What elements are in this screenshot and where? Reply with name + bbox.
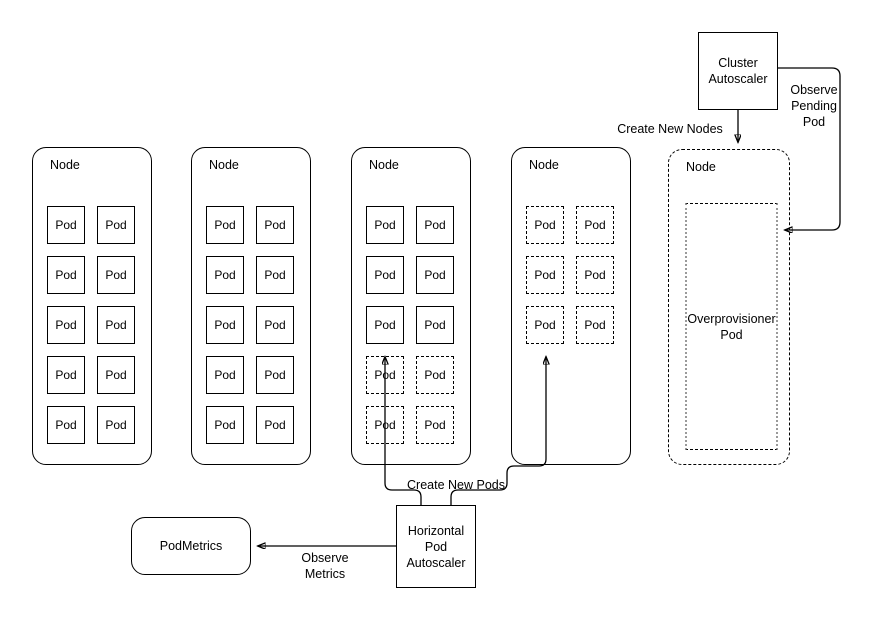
node-4-label: Node: [529, 158, 559, 172]
edge-label-observe-metrics: Observe Metrics: [301, 551, 349, 581]
pod[interactable]: Pod: [366, 256, 404, 294]
pod[interactable]: Pod: [97, 306, 135, 344]
node-1-label: Node: [50, 158, 80, 172]
pod[interactable]: Pod: [366, 356, 404, 394]
node-1[interactable]: Node Pod Pod Pod Pod Pod Pod Pod Pod Pod…: [32, 147, 152, 465]
pod[interactable]: Pod: [526, 206, 564, 244]
node-3[interactable]: Node Pod Pod Pod Pod Pod Pod Pod Pod Pod…: [351, 147, 471, 465]
pod[interactable]: Pod: [256, 256, 294, 294]
pod[interactable]: Pod: [206, 256, 244, 294]
edge-label-create-new-nodes: Create New Nodes: [617, 122, 723, 136]
pod[interactable]: Pod: [576, 206, 614, 244]
diagram-canvas: Node Pod Pod Pod Pod Pod Pod Pod Pod Pod…: [0, 0, 879, 617]
pod[interactable]: Pod: [97, 356, 135, 394]
pod[interactable]: Pod: [206, 406, 244, 444]
pod[interactable]: Pod: [97, 406, 135, 444]
pod[interactable]: Pod: [576, 256, 614, 294]
pod[interactable]: Pod: [47, 206, 85, 244]
pod-metrics-box[interactable]: PodMetrics: [131, 517, 251, 575]
node-2-label: Node: [209, 158, 239, 172]
horizontal-pod-autoscaler-box[interactable]: Horizontal Pod Autoscaler: [396, 505, 476, 588]
pod[interactable]: Pod: [416, 256, 454, 294]
pod[interactable]: Pod: [526, 256, 564, 294]
cluster-autoscaler-box[interactable]: Cluster Autoscaler: [698, 32, 778, 110]
node-3-label: Node: [369, 158, 399, 172]
node-5-label: Node: [686, 160, 716, 174]
pod[interactable]: Pod: [256, 306, 294, 344]
pod[interactable]: Pod: [47, 406, 85, 444]
pod[interactable]: Pod: [576, 306, 614, 344]
pod[interactable]: Pod: [256, 206, 294, 244]
pod[interactable]: Pod: [526, 306, 564, 344]
edge-label-create-new-pods: Create New Pods: [407, 478, 505, 492]
pod[interactable]: Pod: [416, 206, 454, 244]
edge-label-observe-pending-pod: Observe Pending Pod: [790, 83, 838, 129]
overprovisioner-pod[interactable]: Overprovisioner Pod: [685, 203, 778, 450]
pod[interactable]: Pod: [416, 406, 454, 444]
pod[interactable]: Pod: [366, 306, 404, 344]
pod[interactable]: Pod: [47, 356, 85, 394]
pod[interactable]: Pod: [97, 206, 135, 244]
pod[interactable]: Pod: [416, 306, 454, 344]
pod[interactable]: Pod: [97, 256, 135, 294]
node-2[interactable]: Node Pod Pod Pod Pod Pod Pod Pod Pod Pod…: [191, 147, 311, 465]
pod[interactable]: Pod: [206, 356, 244, 394]
pod[interactable]: Pod: [206, 206, 244, 244]
pod[interactable]: Pod: [256, 356, 294, 394]
pod[interactable]: Pod: [416, 356, 454, 394]
pod[interactable]: Pod: [47, 306, 85, 344]
pod[interactable]: Pod: [366, 406, 404, 444]
pod[interactable]: Pod: [256, 406, 294, 444]
node-4[interactable]: Node Pod Pod Pod Pod Pod Pod: [511, 147, 631, 465]
pod[interactable]: Pod: [206, 306, 244, 344]
pod[interactable]: Pod: [366, 206, 404, 244]
pod[interactable]: Pod: [47, 256, 85, 294]
